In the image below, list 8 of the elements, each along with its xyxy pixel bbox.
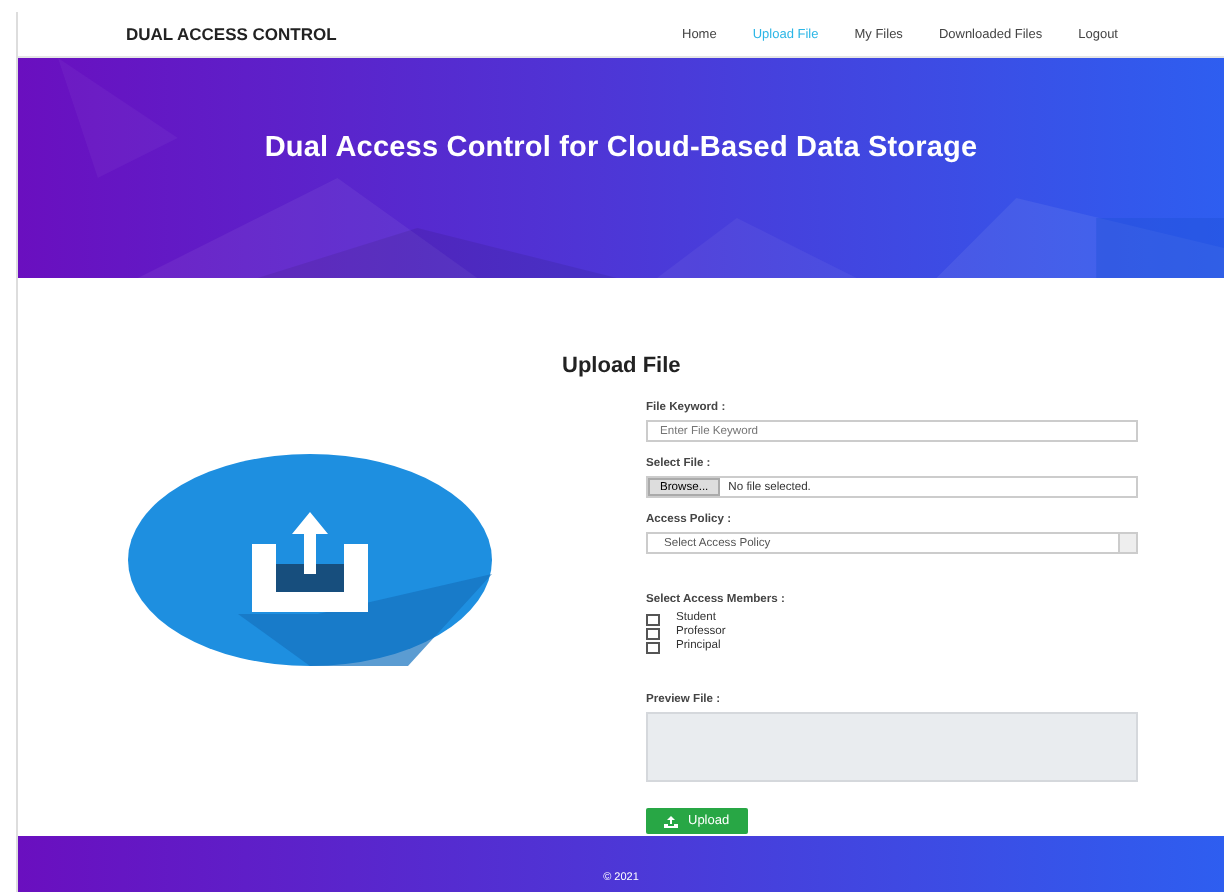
upload-tray-icon <box>128 454 492 666</box>
checkbox[interactable] <box>646 627 660 639</box>
upload-icon <box>664 815 678 827</box>
checkbox[interactable] <box>646 641 660 653</box>
checkbox[interactable] <box>646 613 660 625</box>
brand-title: DUAL ACCESS CONTROL <box>126 24 337 44</box>
hero-title: Dual Access Control for Cloud-Based Data Storage <box>262 130 980 164</box>
page-heading: Upload File <box>562 354 681 378</box>
